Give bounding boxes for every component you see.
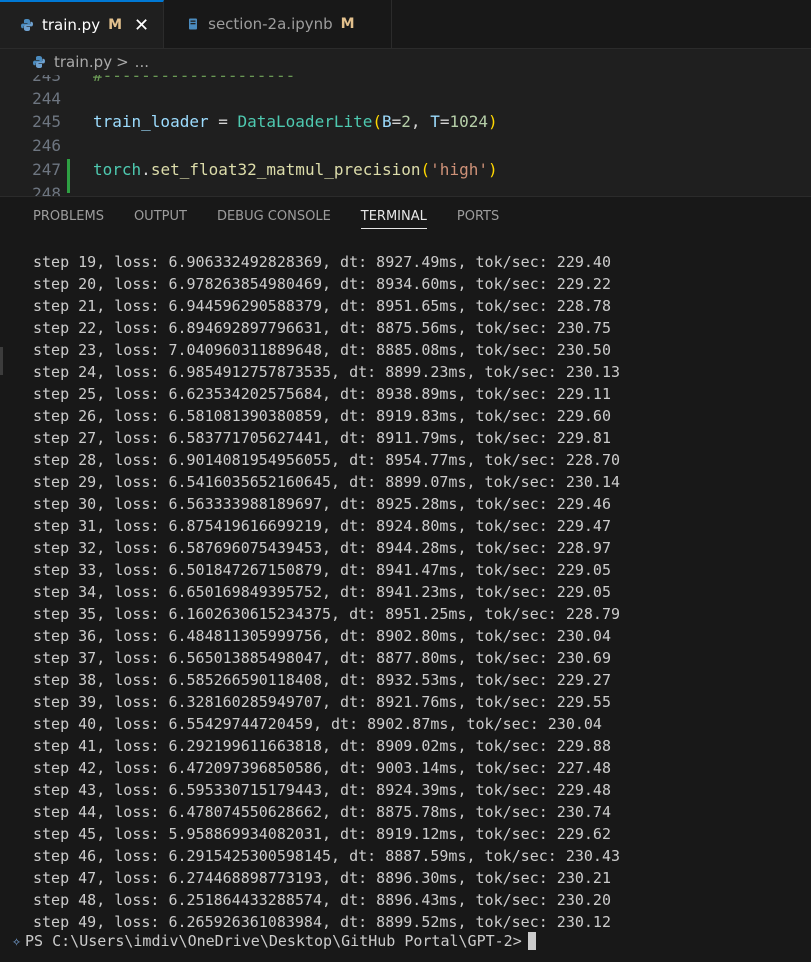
tab-train-py[interactable]: train.py M ✕ xyxy=(0,0,165,48)
terminal-line: step 41, loss: 6.292199611663818, dt: 89… xyxy=(33,737,611,755)
terminal-line: step 38, loss: 6.585266590118408, dt: 89… xyxy=(33,671,611,689)
tab-label: section-2a.ipynb xyxy=(208,15,333,33)
notebook-icon xyxy=(186,17,200,31)
terminal-line: step 20, loss: 6.978263854980469, dt: 89… xyxy=(33,275,611,293)
terminal-line: step 35, loss: 6.1602630615234375, dt: 8… xyxy=(33,605,620,623)
line-number: 247 xyxy=(32,159,61,179)
python-icon xyxy=(20,18,34,32)
modified-indicator: M xyxy=(108,17,123,33)
terminal-line: step 28, loss: 6.9014081954956055, dt: 8… xyxy=(33,451,620,469)
code-line: 248 xyxy=(0,181,811,197)
breadcrumb-symbols[interactable]: ... xyxy=(135,53,149,71)
close-icon[interactable]: ✕ xyxy=(134,15,149,36)
terminal-cursor xyxy=(527,932,536,950)
bottom-panel: PROBLEMS OUTPUT DEBUG CONSOLE TERMINAL P… xyxy=(0,196,811,962)
tab-ports[interactable]: PORTS xyxy=(457,197,499,235)
terminal-line: step 29, loss: 6.5416035652160645, dt: 8… xyxy=(33,473,620,491)
terminal-line: step 21, loss: 6.944596290588379, dt: 89… xyxy=(33,297,611,315)
shell-sparkle-icon[interactable]: ✧ xyxy=(12,930,21,952)
terminal-line: step 24, loss: 6.9854912757873535, dt: 8… xyxy=(33,363,620,381)
line-number: 248 xyxy=(32,183,61,197)
terminal-line: step 45, loss: 5.958869934082031, dt: 89… xyxy=(33,825,611,843)
code-line: 245 train_loader = DataLoaderLite(B=2, T… xyxy=(0,109,811,133)
line-number: 243 xyxy=(32,75,61,85)
panel-edge-marker xyxy=(0,347,3,375)
python-icon xyxy=(32,55,46,69)
code-text: train_loader = DataLoaderLite(B=2, T=102… xyxy=(93,111,498,131)
panel-tabs: PROBLEMS OUTPUT DEBUG CONSOLE TERMINAL P… xyxy=(0,197,811,235)
terminal-line: step 43, loss: 6.595330715179443, dt: 89… xyxy=(33,781,611,799)
modified-indicator: M xyxy=(340,16,355,32)
tab-label: train.py xyxy=(42,16,101,34)
line-number: 246 xyxy=(32,135,61,155)
line-number: 244 xyxy=(32,88,61,108)
line-number: 245 xyxy=(32,111,61,131)
code-line: 246 xyxy=(0,133,811,157)
code-line: 247 torch.set_float32_matmul_precision('… xyxy=(0,157,811,181)
terminal-line: step 19, loss: 6.906332492828369, dt: 89… xyxy=(33,253,611,271)
terminal-line: step 33, loss: 6.501847267150879, dt: 89… xyxy=(33,561,611,579)
code-text: torch.set_float32_matmul_precision('high… xyxy=(93,159,498,179)
terminal-line: step 48, loss: 6.251864433288574, dt: 88… xyxy=(33,891,611,909)
terminal-line: step 22, loss: 6.894692897796631, dt: 88… xyxy=(33,319,611,337)
terminal-line: step 44, loss: 6.478074550628662, dt: 88… xyxy=(33,803,611,821)
terminal-output[interactable]: step 19, loss: 6.906332492828369, dt: 89… xyxy=(33,251,803,933)
breadcrumb-file[interactable]: train.py xyxy=(54,53,112,71)
terminal-prompt[interactable]: ✧ PS C:\Users\imdiv\OneDrive\Desktop\Git… xyxy=(12,930,536,952)
tab-problems[interactable]: PROBLEMS xyxy=(33,197,104,235)
terminal-line: step 37, loss: 6.565013885498047, dt: 88… xyxy=(33,649,611,667)
terminal-line: step 26, loss: 6.581081390380859, dt: 89… xyxy=(33,407,611,425)
terminal-line: step 32, loss: 6.587696075439453, dt: 89… xyxy=(33,539,611,557)
terminal-line: step 42, loss: 6.472097396850586, dt: 90… xyxy=(33,759,611,777)
tab-terminal[interactable]: TERMINAL xyxy=(360,197,428,235)
terminal-line: step 30, loss: 6.563333988189697, dt: 89… xyxy=(33,495,611,513)
breadcrumb-separator: > xyxy=(116,53,129,71)
terminal-line: step 39, loss: 6.328160285949707, dt: 89… xyxy=(33,693,611,711)
prompt-text: PS C:\Users\imdiv\OneDrive\Desktop\GitHu… xyxy=(25,932,522,950)
tab-section-2a-ipynb[interactable]: section-2a.ipynb M xyxy=(164,0,392,48)
terminal-line: step 23, loss: 7.040960311889648, dt: 88… xyxy=(33,341,611,359)
terminal-line: step 34, loss: 6.650169849395752, dt: 89… xyxy=(33,583,611,601)
terminal-line: step 40, loss: 6.55429744720459, dt: 890… xyxy=(33,715,602,733)
code-line: 244 xyxy=(0,86,811,110)
terminal-line: step 27, loss: 6.583771705627441, dt: 89… xyxy=(33,429,611,447)
terminal-line: step 25, loss: 6.623534202575684, dt: 89… xyxy=(33,385,611,403)
tab-debug-console[interactable]: DEBUG CONSOLE xyxy=(217,197,331,235)
editor-tab-bar: train.py M ✕ section-2a.ipynb M xyxy=(0,0,811,49)
terminal-line: step 47, loss: 6.274468898773193, dt: 88… xyxy=(33,869,611,887)
terminal-line: step 31, loss: 6.875419616699219, dt: 89… xyxy=(33,517,611,535)
breadcrumb: train.py > ... xyxy=(0,49,811,75)
terminal-line: step 46, loss: 6.2915425300598145, dt: 8… xyxy=(33,847,620,865)
terminal-line: step 36, loss: 6.484811305999756, dt: 89… xyxy=(33,627,611,645)
code-text: #-------------------- xyxy=(93,75,296,85)
code-editor[interactable]: 243 #-------------------- 244 245 train_… xyxy=(0,75,811,196)
tab-output[interactable]: OUTPUT xyxy=(134,197,187,235)
